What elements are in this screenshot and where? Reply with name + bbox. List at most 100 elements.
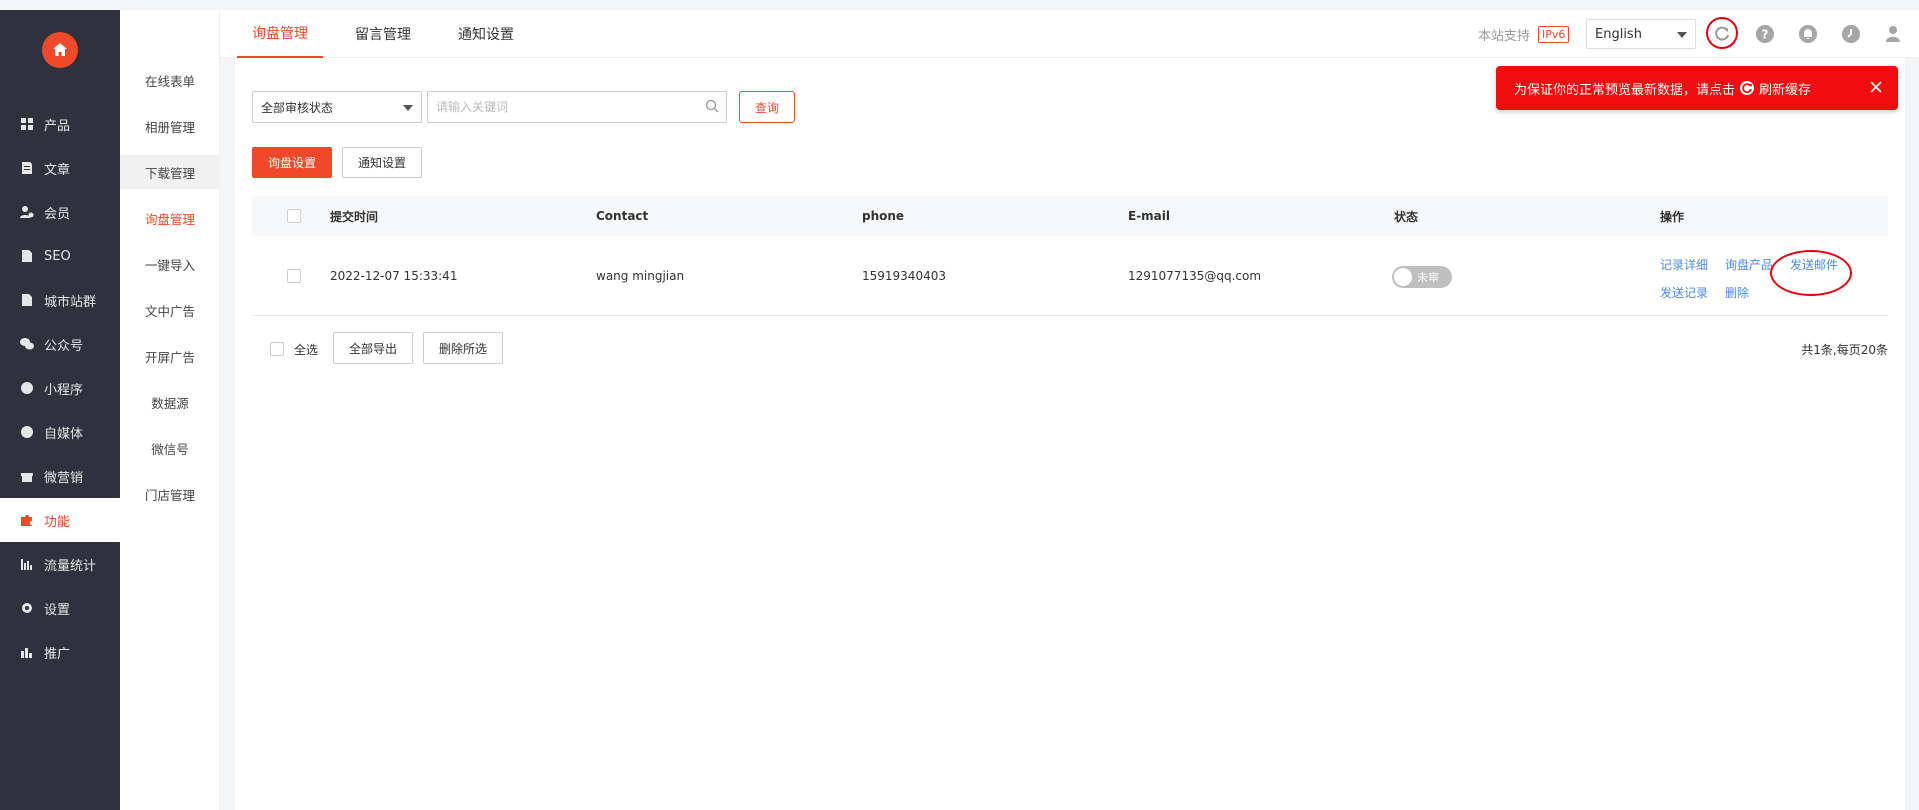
- inquiry-settings-button[interactable]: 询盘设置: [252, 147, 332, 178]
- svg-text:?: ?: [1762, 28, 1769, 42]
- inquiry-product-link[interactable]: 询盘产品: [1725, 256, 1773, 273]
- sidebar-item-label: 功能: [44, 514, 71, 530]
- cell-contact: wang mingjian: [596, 269, 685, 283]
- promotion-icon: [20, 645, 34, 659]
- row-checkbox[interactable]: [287, 269, 301, 283]
- column-header-phone: phone: [862, 209, 905, 223]
- grid-icon: [20, 117, 34, 131]
- sidebar-item-label: 文章: [44, 162, 71, 178]
- subnav-item-splash-ads[interactable]: 开屏广告: [120, 339, 220, 373]
- sidebar-item-micro-marketing[interactable]: 微营销: [0, 454, 120, 498]
- tab-message-management[interactable]: 留言管理: [340, 10, 426, 58]
- gear-icon: [20, 601, 34, 615]
- miniprogram-icon: [20, 381, 34, 395]
- header-checkbox[interactable]: [287, 209, 301, 223]
- subnav-item-one-click-import[interactable]: 一键导入: [120, 247, 220, 281]
- column-header-actions: 操作: [1660, 209, 1685, 224]
- notify-settings-button[interactable]: 通知设置: [342, 147, 422, 178]
- audit-status-select[interactable]: 全部审核状态: [252, 91, 422, 123]
- file-icon: [20, 249, 34, 263]
- main-sidebar: 产品 文章 会员 SEO 城市站群 公众号 小程序 自媒体 微营销 功能 流量统…: [0, 10, 120, 810]
- sidebar-item-label: 小程序: [44, 382, 84, 398]
- cell-email: 1291077135@qq.com: [1128, 269, 1262, 283]
- delete-link[interactable]: 删除: [1725, 284, 1749, 301]
- subnav-item-downloads[interactable]: 下载管理: [120, 155, 220, 189]
- subnav-item-stores[interactable]: 门店管理: [120, 477, 220, 511]
- subnav-item-data-source[interactable]: 数据源: [120, 385, 220, 419]
- sidebar-item-label: 产品: [44, 118, 71, 134]
- user-icon: [1886, 26, 1900, 42]
- bar-chart-icon: [20, 557, 34, 571]
- sidebar-item-label: 城市站群: [44, 294, 97, 310]
- view-details-link[interactable]: 记录详细: [1660, 256, 1708, 273]
- refresh-cache-toast: 为保证你的正常预览最新数据，请点击 刷新缓存: [1496, 66, 1898, 110]
- close-icon[interactable]: [1868, 79, 1884, 95]
- table-header: 提交时间 Contact phone E-mail 状态 操作: [252, 196, 1888, 236]
- toggle-knob: [1394, 268, 1412, 286]
- cell-phone: 15919340403: [862, 269, 946, 283]
- subnav-item-inline-ads[interactable]: 文中广告: [120, 293, 220, 327]
- sidebar-item-label: 公众号: [44, 338, 84, 354]
- subnav-item-online-forms[interactable]: 在线表单: [120, 63, 220, 97]
- column-header-status: 状态: [1394, 209, 1419, 224]
- bell-icon: [1799, 25, 1817, 43]
- sidebar-item-articles[interactable]: 文章: [0, 146, 120, 190]
- help-icon: ?: [1756, 25, 1774, 43]
- home-button[interactable]: [42, 32, 78, 68]
- sidebar-item-city-sites[interactable]: 城市站群: [0, 278, 120, 322]
- sidebar-item-seo[interactable]: SEO: [0, 234, 120, 278]
- sidebar-item-self-media[interactable]: 自媒体: [0, 410, 120, 454]
- chevron-down-icon: [1677, 32, 1687, 38]
- toast-message: 为保证你的正常预览最新数据，请点击: [1514, 82, 1736, 98]
- select-all-label: 全选: [294, 342, 319, 357]
- sidebar-item-miniprogram[interactable]: 小程序: [0, 366, 120, 410]
- cell-submit-time: 2022-12-07 15:33:41: [330, 269, 458, 283]
- gift-icon: [20, 469, 34, 483]
- delete-selected-button[interactable]: 删除所选: [423, 332, 503, 364]
- site-support: 本站支持 IPv6: [1478, 25, 1570, 44]
- refresh-icon: [1715, 26, 1729, 41]
- sidebar-item-products[interactable]: 产品: [0, 102, 120, 146]
- send-history-link[interactable]: 发送记录: [1660, 284, 1708, 301]
- sidebar-item-traffic-stats[interactable]: 流量统计: [0, 542, 120, 586]
- toast-action-text: 刷新缓存: [1759, 82, 1812, 98]
- chevron-down-icon: [403, 105, 413, 111]
- query-button[interactable]: 查询: [739, 91, 795, 123]
- sidebar-item-settings[interactable]: 设置: [0, 586, 120, 630]
- document-icon: [20, 161, 34, 175]
- column-header-contact: Contact: [596, 209, 649, 223]
- tab-notification-settings[interactable]: 通知设置: [443, 10, 529, 58]
- sidebar-item-label: 流量统计: [44, 558, 97, 574]
- sidebar-item-label: 自媒体: [44, 426, 84, 442]
- table-footer: 全选 全部导出 删除所选 共1条,每页20条: [252, 332, 1888, 366]
- account-button[interactable]: [1883, 23, 1905, 45]
- sidebar-item-members[interactable]: 会员: [0, 190, 120, 234]
- sidebar-item-label: 设置: [44, 602, 71, 618]
- language-select[interactable]: English: [1586, 19, 1696, 49]
- sidebar-item-promotion[interactable]: 推广: [0, 630, 120, 674]
- member-icon: [20, 205, 34, 219]
- sidebar-item-features[interactable]: 功能: [0, 498, 120, 542]
- sidebar-item-official-account[interactable]: 公众号: [0, 322, 120, 366]
- sidebar-item-label: SEO: [44, 248, 71, 264]
- ipv6-badge: IPv6: [1538, 26, 1570, 43]
- history-button[interactable]: [1840, 23, 1862, 45]
- table-row: 2022-12-07 15:33:41 wang mingjian 159193…: [252, 236, 1888, 316]
- subnav-item-album[interactable]: 相册管理: [120, 109, 220, 143]
- status-toggle[interactable]: 未审: [1392, 266, 1452, 288]
- subnav-item-wechat-accounts[interactable]: 微信号: [120, 431, 220, 465]
- select-all-checkbox[interactable]: [270, 342, 284, 356]
- tab-inquiry-management[interactable]: 询盘管理: [237, 10, 323, 58]
- audit-status-value: 全部审核状态: [261, 100, 334, 115]
- send-email-highlight-ring: [1770, 250, 1852, 296]
- help-button[interactable]: ?: [1754, 23, 1776, 45]
- keyword-search-input[interactable]: [427, 91, 727, 123]
- notifications-button[interactable]: [1797, 23, 1819, 45]
- export-all-button[interactable]: 全部导出: [333, 332, 413, 364]
- pagination-summary: 共1条,每页20条: [1801, 342, 1888, 357]
- media-icon: [20, 425, 34, 439]
- home-icon: [53, 43, 67, 56]
- subnav-item-inquiries[interactable]: 询盘管理: [120, 201, 220, 235]
- refresh-cache-button[interactable]: [1711, 23, 1733, 45]
- search-icon: [705, 99, 719, 113]
